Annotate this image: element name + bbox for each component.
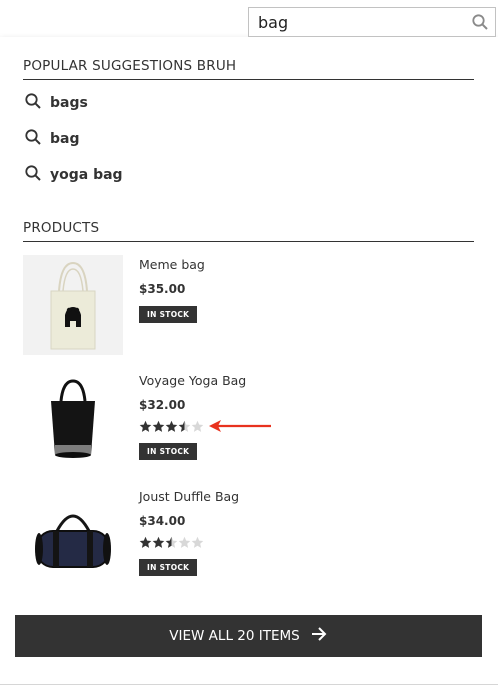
star-icon <box>165 420 178 432</box>
search-input[interactable] <box>249 8 470 36</box>
divider <box>0 684 498 685</box>
suggestion-label: yoga bag <box>50 167 123 183</box>
product-item[interactable]: Joust Duffle Bag $34.00 IN STOCK <box>23 487 473 591</box>
product-name: Meme bag <box>139 257 205 272</box>
product-image <box>23 371 123 471</box>
stock-badge: IN STOCK <box>139 306 198 323</box>
suggestions-heading: POPULAR SUGGESTIONS BRUH <box>23 58 474 80</box>
product-name: Voyage Yoga Bag <box>139 373 247 388</box>
stock-badge: IN STOCK <box>139 559 198 576</box>
product-price: $34.00 <box>139 514 186 528</box>
rating-stars <box>139 420 204 433</box>
star-icon <box>178 420 191 432</box>
suggestion-item[interactable]: bags <box>24 92 88 114</box>
star-icon <box>191 420 204 432</box>
star-icon <box>165 536 178 548</box>
view-all-button[interactable]: VIEW ALL 20 ITEMS <box>15 615 482 657</box>
view-all-label: VIEW ALL 20 ITEMS <box>169 628 300 644</box>
star-icon <box>178 536 191 548</box>
annotation-arrow-icon <box>207 418 273 438</box>
star-icon <box>139 420 152 432</box>
suggestion-item[interactable]: bag <box>24 128 80 150</box>
product-image <box>23 487 123 587</box>
suggestion-item[interactable]: yoga bag <box>24 164 123 186</box>
product-image <box>23 255 123 355</box>
stock-badge: IN STOCK <box>139 443 198 460</box>
search-icon <box>24 128 42 150</box>
rating-stars <box>139 536 204 549</box>
arrow-right-icon <box>300 625 328 647</box>
products-heading: PRODUCTS <box>23 220 474 242</box>
product-name: Joust Duffle Bag <box>139 489 240 504</box>
search-bar <box>248 7 496 37</box>
star-icon <box>152 420 165 432</box>
suggestion-label: bags <box>50 95 88 111</box>
star-icon <box>191 536 204 548</box>
product-item[interactable]: Meme bag $35.00 IN STOCK <box>23 255 473 359</box>
product-price: $35.00 <box>139 282 186 296</box>
star-icon <box>139 536 152 548</box>
search-icon[interactable] <box>471 13 489 31</box>
star-icon <box>152 536 165 548</box>
suggestion-label: bag <box>50 131 80 147</box>
product-price: $32.00 <box>139 398 186 412</box>
search-icon <box>24 92 42 114</box>
search-icon <box>24 164 42 186</box>
